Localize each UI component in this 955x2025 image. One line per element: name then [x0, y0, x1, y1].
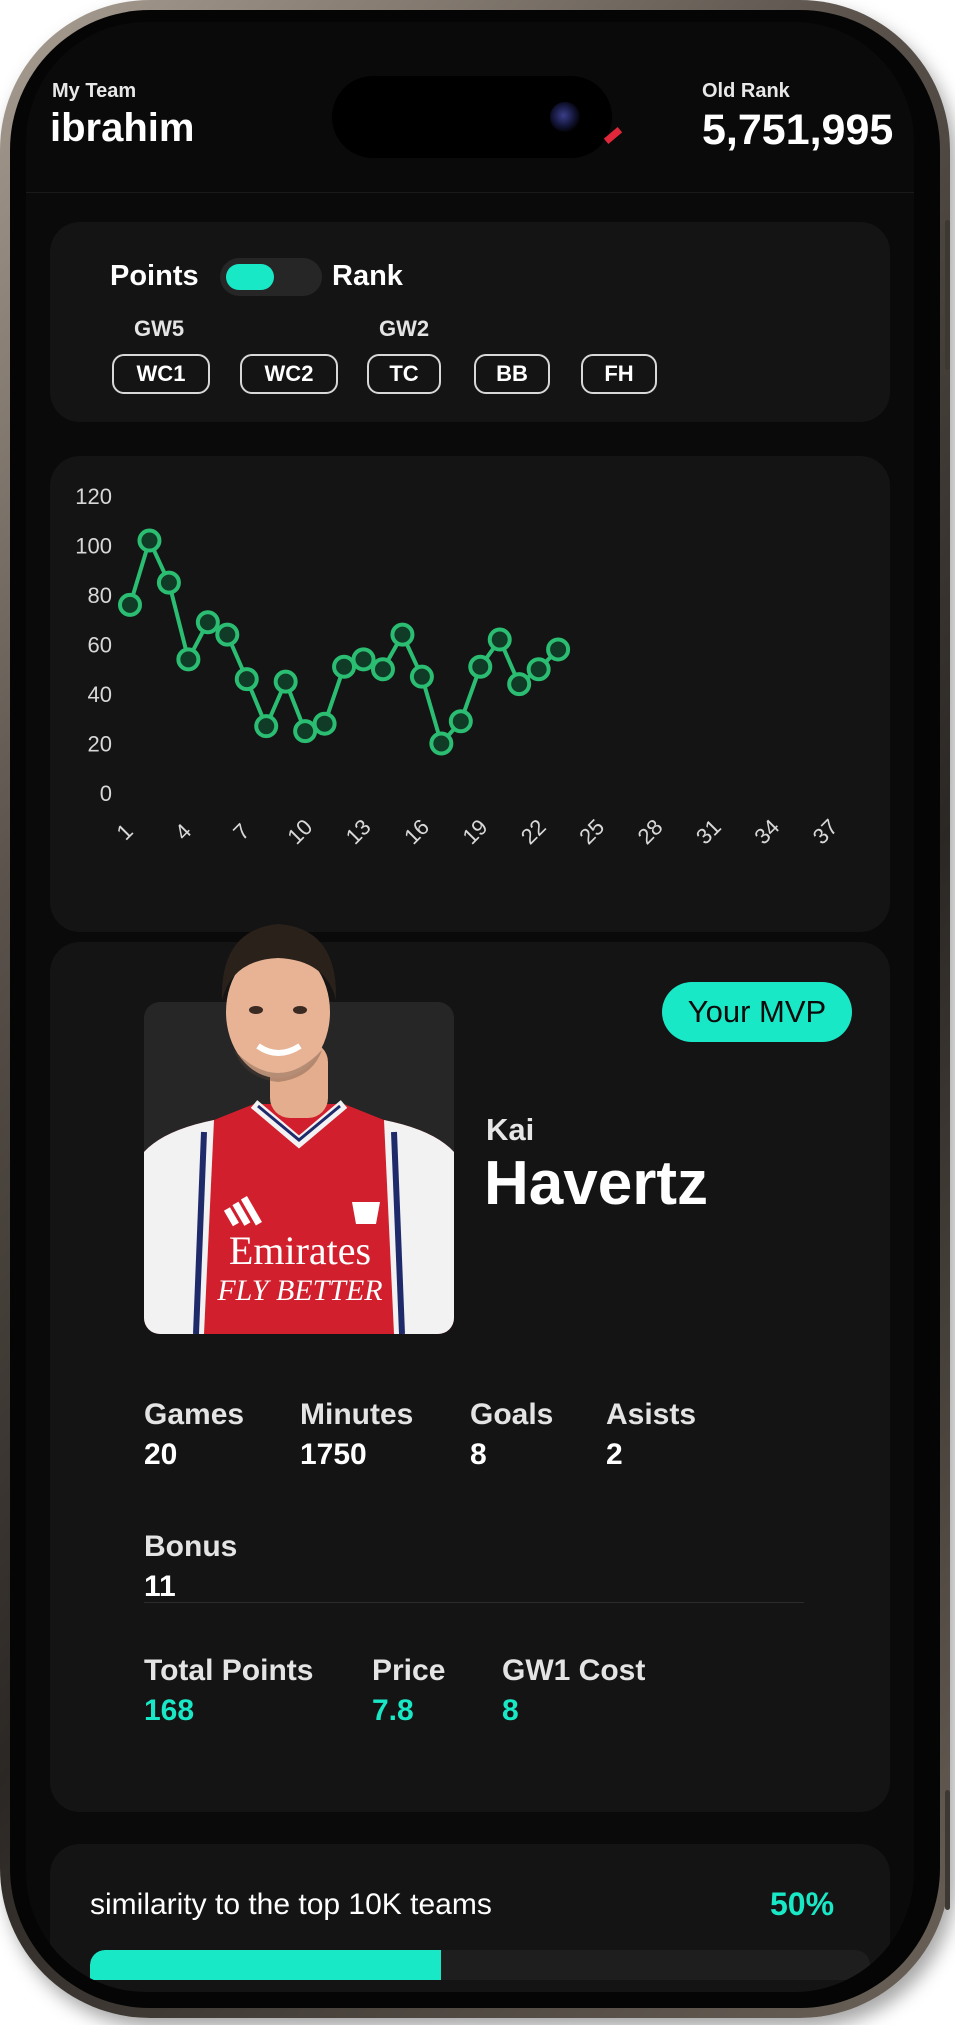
data-point: [526, 657, 551, 682]
stat-assists-value: 2: [606, 1438, 623, 1471]
stat-assists-label: Asists: [606, 1398, 697, 1431]
chip-tc[interactable]: TC: [367, 354, 441, 394]
data-point: [137, 528, 162, 553]
x-tick-label: 34: [749, 814, 784, 849]
your-mvp-badge: Your MVP: [662, 982, 852, 1042]
data-point: [370, 657, 395, 682]
x-tick-label: 28: [633, 814, 668, 849]
x-tick-label: 22: [516, 814, 551, 849]
data-point: [351, 647, 376, 672]
data-point: [195, 610, 220, 635]
data-point: [409, 664, 434, 689]
data-point: [312, 711, 337, 736]
data-point: [487, 627, 512, 652]
x-tick-label: 7: [228, 819, 254, 845]
app-screen: My Team ibrahim Old Rank 5,751,995 Point…: [26, 22, 914, 1992]
y-tick-label: 60: [88, 633, 112, 658]
stat-total-points-value: 168: [144, 1694, 195, 1727]
mvp-card: Your MVP Emirates FLY BETTER Kai Havertz…: [50, 924, 890, 1812]
team-label: My Team: [52, 80, 137, 102]
player-last-name: Havertz: [484, 1149, 708, 1218]
data-point: [468, 654, 493, 679]
stat-gw1-cost-value: 8: [502, 1694, 519, 1727]
stat-total-points-label: Total Points: [144, 1654, 314, 1687]
stat-bonus-label: Bonus: [144, 1530, 238, 1563]
old-rank-value: 5,751,995: [702, 106, 894, 154]
x-tick-label: 25: [574, 814, 609, 849]
x-tick-label: 13: [341, 814, 376, 849]
stat-games-value: 20: [144, 1438, 178, 1471]
data-point: [332, 654, 357, 679]
data-point: [234, 667, 259, 692]
sponsor-subtext: FLY BETTER: [216, 1274, 382, 1307]
stat-price-label: Price: [372, 1654, 446, 1687]
chip-note-tc: GW2: [379, 316, 430, 341]
side-button: [945, 220, 950, 370]
x-tick-label: 1: [112, 819, 138, 845]
stats-divider: [144, 1602, 804, 1603]
phone-frame: My Team ibrahim Old Rank 5,751,995 Point…: [0, 0, 950, 2018]
data-point: [507, 672, 532, 697]
team-name[interactable]: ibrahim: [50, 106, 194, 151]
data-point: [254, 714, 279, 739]
chip-wc1[interactable]: WC1: [112, 354, 210, 394]
team-header: My Team ibrahim Old Rank 5,751,995: [26, 22, 914, 193]
old-rank-label: Old Rank: [702, 80, 790, 102]
data-point: [448, 709, 473, 734]
rank-toggle-label[interactable]: Rank: [332, 260, 403, 293]
similarity-progress-track: [90, 1950, 870, 1980]
similarity-percent: 50%: [770, 1886, 835, 1922]
points-rank-switch[interactable]: [220, 258, 322, 296]
y-tick-label: 20: [88, 732, 112, 757]
x-tick-label: 16: [399, 814, 434, 849]
stat-bonus-value: 11: [144, 1570, 176, 1603]
player-head: [221, 924, 337, 1082]
chip-note-wc1: GW5: [134, 316, 185, 341]
data-point: [176, 647, 201, 672]
y-tick-label: 120: [75, 484, 112, 509]
chip-wc2[interactable]: WC2: [240, 354, 338, 394]
x-tick-label: 4: [170, 819, 196, 845]
data-point: [118, 592, 142, 617]
points-toggle-label[interactable]: Points: [110, 260, 199, 293]
header-divider: [26, 192, 914, 193]
data-point: [156, 570, 181, 595]
chip-fh[interactable]: FH: [581, 354, 657, 394]
similarity-card: similarity to the top 10K teams 50%: [50, 1844, 890, 1992]
stat-goals-value: 8: [470, 1438, 487, 1471]
x-tick-label: 31: [691, 814, 726, 849]
data-point: [215, 622, 240, 647]
chip-bb[interactable]: BB: [474, 354, 550, 394]
camera-lens-icon: [550, 102, 580, 132]
stat-gw1-cost-label: GW1 Cost: [502, 1654, 646, 1687]
x-tick-label: 19: [457, 814, 492, 849]
x-tick-label: 10: [282, 814, 317, 849]
player-first-name: Kai: [486, 1112, 535, 1147]
y-tick-label: 80: [88, 583, 112, 608]
stat-minutes-value: 1750: [300, 1438, 367, 1471]
data-point: [273, 669, 298, 694]
y-tick-label: 0: [100, 781, 112, 806]
similarity-label: similarity to the top 10K teams: [90, 1888, 492, 1921]
data-point: [390, 622, 415, 647]
points-chart-card: 0 20 40 60 80 100 120 1 4 7 10 13 16 19 22 25 28 31 34 37: [50, 456, 890, 932]
stat-minutes-label: Minutes: [300, 1398, 414, 1431]
y-tick-label: 40: [88, 682, 112, 707]
data-point: [429, 731, 454, 756]
data-point: [546, 637, 571, 662]
points-line-chart: 0 20 40 60 80 100 120 1 4 7 10 13 16 19 22 25 28 31 34 37: [75, 484, 843, 849]
switch-knob: [226, 264, 274, 290]
y-tick-label: 100: [75, 534, 112, 559]
side-button: [945, 1790, 950, 1910]
data-point: [293, 719, 318, 744]
stat-price-value: 7.8: [372, 1694, 414, 1727]
sponsor-text: Emirates: [229, 1228, 371, 1273]
stat-games-label: Games: [144, 1398, 245, 1431]
x-tick-label: 37: [808, 814, 843, 849]
chips-card: Points Rank GW5 GW2 WC1 WC2 TC BB FH: [50, 222, 890, 422]
stat-goals-label: Goals: [470, 1398, 554, 1431]
similarity-progress-fill: [90, 1950, 441, 1980]
